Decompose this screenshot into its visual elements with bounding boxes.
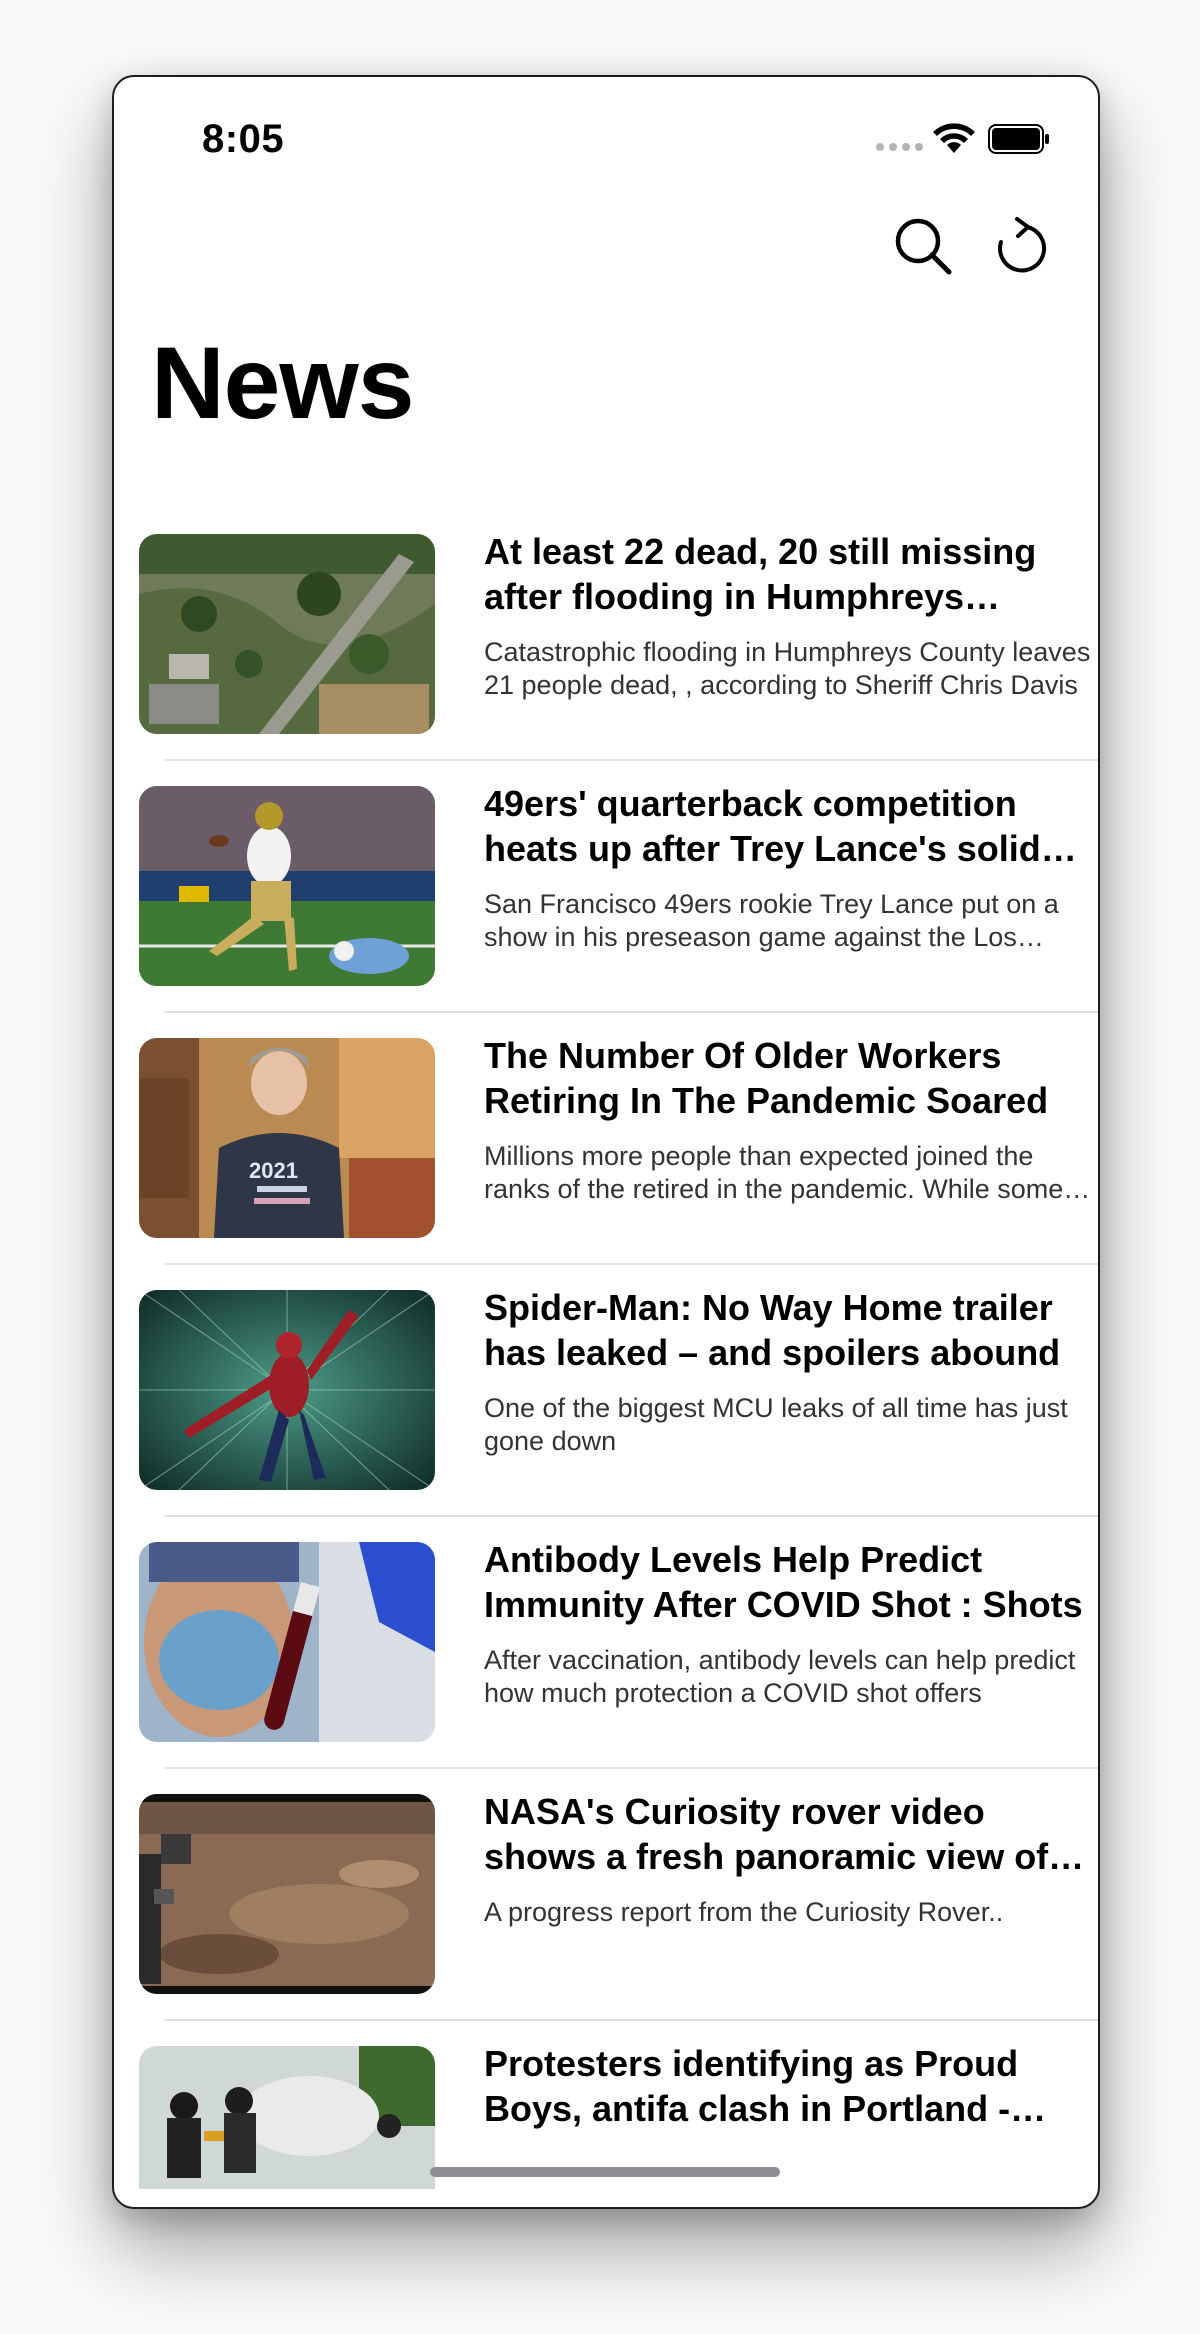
status-time: 8:05	[202, 117, 285, 161]
article-headline: The Number Of Older Workers Retiring In …	[484, 1035, 1049, 1121]
article-thumbnail	[139, 1794, 435, 1994]
article-thumbnail: 2021	[139, 1038, 435, 1238]
news-item[interactable]: NASA's Curiosity rover video shows a fre…	[114, 1769, 1098, 2021]
article-headline: Antibody Levels Help Predict Immunity Af…	[484, 1539, 1083, 1625]
phone-frame: 8:05 News At least 22 dead, 20 still mis…	[112, 75, 1100, 2209]
news-item[interactable]: 49ers' quarterback competition heats up …	[114, 761, 1098, 1013]
page-title: News	[151, 326, 414, 440]
news-item[interactable]: At least 22 dead, 20 still missing after…	[114, 509, 1098, 761]
news-list[interactable]: At least 22 dead, 20 still missing after…	[114, 509, 1098, 2189]
refresh-button[interactable]	[987, 212, 1057, 282]
status-bar: 8:05	[114, 77, 1098, 197]
article-summary: One of the biggest MCU leaks of all time…	[484, 1393, 1068, 1456]
article-summary: San Francisco 49ers rookie Trey Lance pu…	[484, 889, 1059, 952]
article-summary: Millions more people than expected joine…	[484, 1141, 1064, 1204]
screen: 8:05 News At least 22 dead, 20 still mis…	[0, 0, 1200, 2334]
article-headline: NASA's Curiosity rover video shows a fre…	[484, 1791, 1049, 1877]
news-item[interactable]: Antibody Levels Help Predict Immunity Af…	[114, 1517, 1098, 1769]
news-item[interactable]: Spider-Man: No Way Home trailer has leak…	[114, 1265, 1098, 1517]
cellular-signal-icon	[876, 143, 923, 151]
article-headline: 49ers' quarterback competition heats up …	[484, 783, 1041, 869]
article-summary: After vaccination, antibody levels can h…	[484, 1645, 1076, 1708]
article-thumbnail	[139, 1290, 435, 1490]
article-headline: Protesters identifying as Proud Boys, an…	[484, 2043, 1019, 2129]
article-summary: Catastrophic flooding in Humphreys Count…	[484, 637, 1091, 700]
refresh-icon	[998, 217, 1046, 273]
svg-text:2021: 2021	[249, 1158, 298, 1183]
search-button[interactable]	[889, 212, 959, 282]
news-item[interactable]: 2021 The Number Of Older Workers Retirin…	[114, 1013, 1098, 1265]
battery-icon	[988, 124, 1049, 154]
article-headline: At least 22 dead, 20 still missing after…	[484, 531, 1037, 617]
article-thumbnail	[139, 786, 435, 986]
article-summary: A progress report from the Curiosity Rov…	[484, 1897, 1004, 1927]
article-thumbnail	[139, 2046, 435, 2189]
search-icon	[895, 218, 952, 275]
news-item[interactable]: Protesters identifying as Proud Boys, an…	[114, 2021, 1098, 2189]
home-indicator[interactable]	[430, 2167, 780, 2177]
article-thumbnail	[139, 534, 435, 734]
article-headline: Spider-Man: No Way Home trailer has leak…	[484, 1287, 1061, 1373]
wifi-icon	[933, 123, 975, 153]
article-thumbnail	[139, 1542, 435, 1742]
